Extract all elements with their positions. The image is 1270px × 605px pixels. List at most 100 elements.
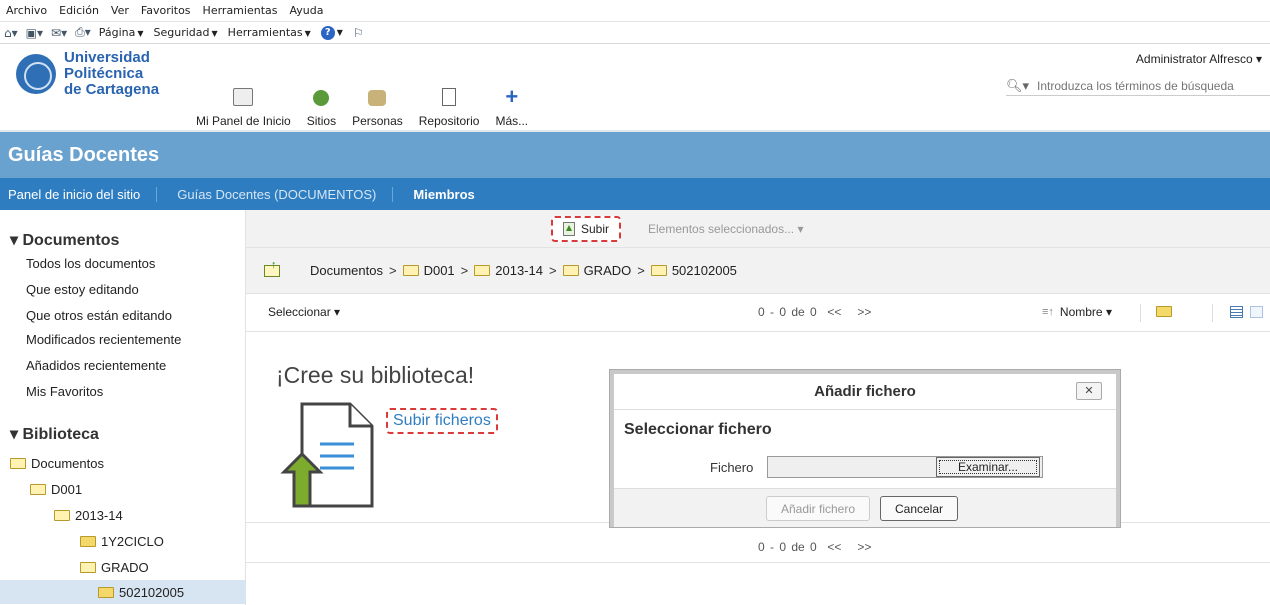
- tree-item-label: Documentos: [31, 456, 104, 471]
- folder-open-icon: [30, 484, 46, 495]
- sort-ascending-icon[interactable]: ≡↑: [1042, 306, 1054, 318]
- chevron-down-icon: ▼: [304, 29, 311, 38]
- upload-icon: [562, 222, 575, 236]
- chevron-down-icon: ▼: [336, 28, 343, 37]
- simple-view-icon[interactable]: [1250, 306, 1263, 318]
- tree-item-2013-14[interactable]: 2013-14: [54, 508, 123, 523]
- nav-repository[interactable]: Repositorio: [419, 44, 479, 130]
- footer-paginator[interactable]: 0 - 0 de 0 << >>: [758, 540, 871, 554]
- command-herramientas[interactable]: Herramientas ▼: [228, 26, 311, 39]
- home-icon[interactable]: ⌂▾: [4, 26, 18, 40]
- browse-button[interactable]: Examinar...: [936, 457, 1040, 477]
- site-nav-documents[interactable]: Guías Docentes (DOCUMENTOS): [169, 186, 394, 202]
- tree-item-label: 502102005: [119, 585, 185, 600]
- help-button[interactable]: ? ▼: [320, 25, 343, 40]
- site-title: Guías Docentes: [8, 143, 160, 166]
- filter-favorites[interactable]: Mis Favoritos: [26, 384, 103, 399]
- dashboard-icon: [233, 88, 254, 106]
- documents-section-heading[interactable]: ▾ Documentos: [10, 230, 119, 250]
- select-menu-label: Seleccionar: [268, 305, 331, 319]
- menu-ver[interactable]: Ver: [111, 4, 129, 17]
- site-nav-members[interactable]: Miembros: [405, 187, 490, 202]
- upload-button-label: Subir: [580, 222, 609, 236]
- sort-menu[interactable]: ≡↑ Nombre ▾: [1042, 305, 1112, 319]
- filter-all-documents[interactable]: Todos los documentos: [26, 256, 155, 271]
- selected-items-menu[interactable]: Elementos seleccionados... ▾: [648, 222, 803, 236]
- file-path-input[interactable]: [768, 457, 936, 477]
- nav-dashboard-label: Mi Panel de Inicio: [196, 114, 291, 128]
- chevron-down-icon: ▼: [211, 29, 218, 38]
- nav-people-label: Personas: [352, 114, 403, 128]
- close-icon[interactable]: ✕: [1076, 382, 1102, 400]
- search-icon[interactable]: 🔍︎▾: [1006, 78, 1029, 94]
- menu-ayuda[interactable]: Ayuda: [289, 4, 323, 17]
- cancel-button[interactable]: Cancelar: [880, 496, 958, 521]
- nav-sites-label: Sitios: [306, 114, 337, 128]
- folder-open-icon: [10, 458, 26, 469]
- folder-open-icon: [402, 265, 419, 276]
- browser-menu-bar: Archivo Edición Ver Favoritos Herramient…: [0, 0, 1270, 22]
- upload-document-illustration: [280, 402, 374, 508]
- filter-recently-modified[interactable]: Modificados recientemente: [26, 332, 181, 347]
- file-field-label: Fichero: [710, 460, 754, 475]
- paginator[interactable]: 0 - 0 de 0 << >>: [758, 305, 871, 319]
- command-seguridad[interactable]: Seguridad ▼: [154, 26, 218, 39]
- filter-editing-others[interactable]: Que otros están editando: [26, 308, 172, 323]
- site-nav: Panel de inicio del sitio Guías Docentes…: [0, 178, 1270, 210]
- breadcrumb-2013-14[interactable]: 2013-14: [495, 263, 543, 278]
- app-nav: Mi Panel de Inicio Sitios Personas Repos…: [196, 44, 544, 130]
- dialog-header: Añadir fichero: [614, 374, 1116, 410]
- feeds-icon[interactable]: ▣▾: [26, 26, 43, 40]
- sort-field-label: Nombre: [1059, 305, 1103, 319]
- logo-line-2: Politécnica: [64, 65, 144, 82]
- university-logo[interactable]: Universidad Politécnica de Cartagena: [16, 50, 159, 98]
- add-file-button[interactable]: Añadir fichero: [766, 496, 870, 521]
- dialog-subtitle: Seleccionar fichero: [624, 421, 772, 438]
- upload-files-link[interactable]: Subir ficheros: [386, 408, 498, 434]
- mail-icon[interactable]: ✉▾: [51, 26, 67, 40]
- command-pagina-label: Página: [98, 26, 136, 39]
- people-icon: [368, 90, 387, 106]
- filter-editing-me[interactable]: Que estoy editando: [26, 282, 139, 297]
- tree-item-1y2ciclo[interactable]: 1Y2CICLO: [80, 534, 164, 549]
- detailed-view-icon[interactable]: [1230, 306, 1243, 318]
- nav-more[interactable]: + Más...: [495, 44, 528, 130]
- tree-item-502102005[interactable]: 502102005: [98, 585, 184, 600]
- search-input[interactable]: [1035, 77, 1256, 94]
- tree-item-d001[interactable]: D001: [30, 482, 82, 497]
- tree-item-label: 1Y2CICLO: [101, 534, 164, 549]
- folder-up-icon[interactable]: [264, 259, 280, 277]
- command-pagina[interactable]: Página ▼: [99, 26, 144, 39]
- show-folders-icon[interactable]: [1156, 306, 1172, 317]
- doclib-toolbar: Subir Elementos seleccionados... ▾: [246, 210, 1270, 248]
- menu-edicion[interactable]: Edición: [59, 4, 99, 17]
- nav-dashboard[interactable]: Mi Panel de Inicio: [196, 44, 291, 130]
- browser-command-bar: ⌂▾ ▣▾ ✉▾ ⎙▾ Página ▼ Seguridad ▼ Herramien…: [0, 22, 1270, 44]
- tree-item-grado[interactable]: GRADO: [80, 560, 149, 575]
- logo-line-1: Universidad: [64, 49, 150, 66]
- filter-recently-added[interactable]: Añadidos recientemente: [26, 358, 166, 373]
- folder-open-icon: [80, 562, 96, 573]
- add-file-dialog: Añadir fichero ✕ Seleccionar fichero Fic…: [610, 370, 1120, 527]
- select-menu[interactable]: Seleccionar ▾: [268, 305, 340, 319]
- search-box[interactable]: 🔍︎▾: [1006, 76, 1270, 96]
- nav-people[interactable]: Personas: [352, 44, 403, 130]
- menu-herramientas[interactable]: Herramientas: [203, 4, 278, 17]
- library-section-heading[interactable]: ▾ Biblioteca: [10, 424, 99, 444]
- tree-item-documents[interactable]: Documentos: [10, 456, 104, 471]
- breadcrumb-grado[interactable]: GRADO: [584, 263, 632, 278]
- research-icon[interactable]: ⚐: [353, 26, 364, 40]
- help-icon: ?: [320, 26, 335, 40]
- user-menu[interactable]: Administrator Alfresco ▾: [1136, 52, 1262, 66]
- nav-sites[interactable]: Sitios: [307, 44, 336, 130]
- site-nav-dashboard[interactable]: Panel de inicio del sitio: [0, 186, 158, 202]
- print-icon[interactable]: ⎙▾: [75, 25, 91, 40]
- breadcrumb-separator: >: [548, 263, 557, 278]
- breadcrumb-documents[interactable]: Documentos: [310, 263, 383, 278]
- breadcrumb-502102005: 502102005: [671, 263, 737, 278]
- chevron-down-icon: ▼: [137, 29, 144, 38]
- menu-archivo[interactable]: Archivo: [6, 4, 47, 17]
- upload-button[interactable]: Subir: [551, 216, 621, 242]
- breadcrumb-d001[interactable]: D001: [424, 263, 455, 278]
- menu-favoritos[interactable]: Favoritos: [141, 4, 191, 17]
